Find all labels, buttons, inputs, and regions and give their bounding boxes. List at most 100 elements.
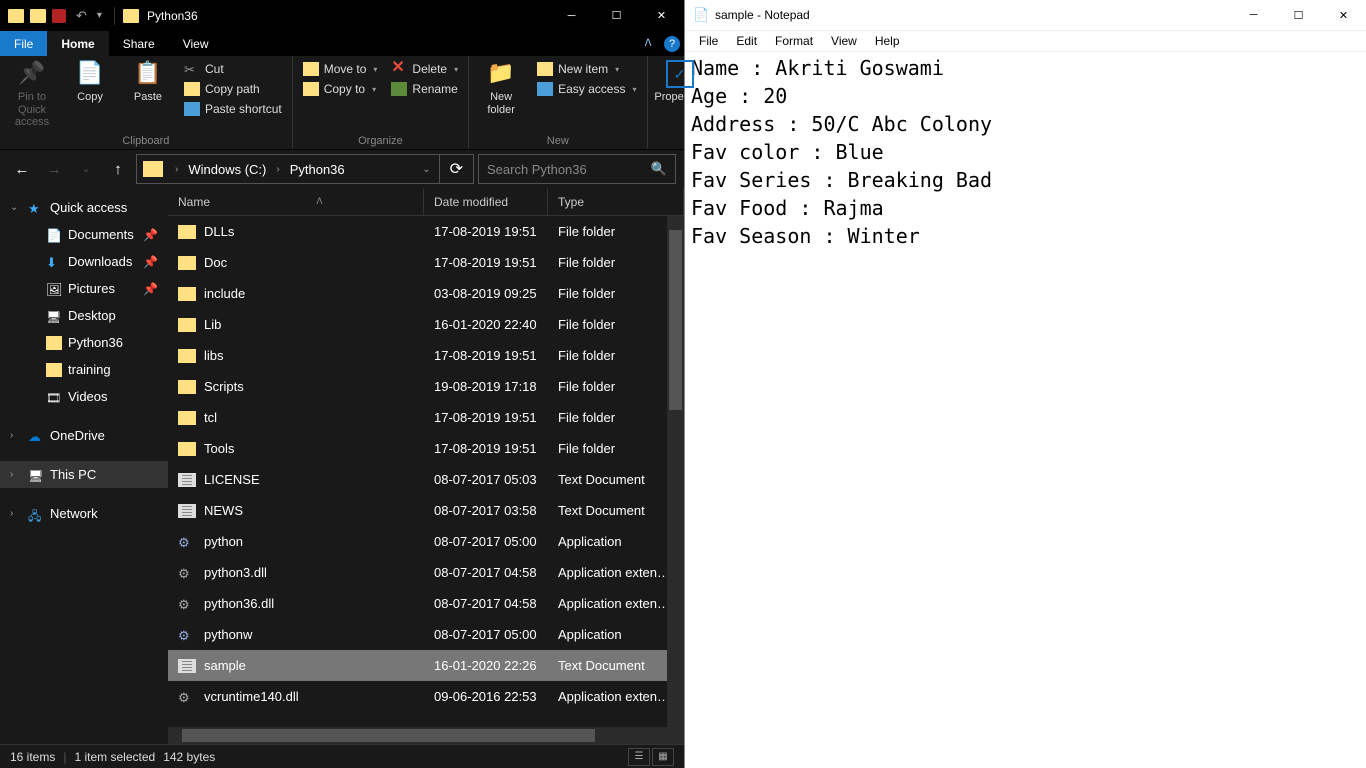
sidebar-item-pictures[interactable]: Pictures📌 <box>0 275 168 302</box>
history-dropdown-icon[interactable]: ⌄ <box>414 164 438 175</box>
cut-icon <box>184 62 200 76</box>
desktop-icon <box>46 309 62 323</box>
nav-back-button[interactable]: ← <box>8 161 36 178</box>
file-row[interactable]: python36.dll08-07-2017 04:58Application … <box>168 588 684 619</box>
refresh-button[interactable]: ⟳ <box>439 155 473 183</box>
nav-up-button[interactable]: ↑ <box>104 161 132 178</box>
menu-edit[interactable]: Edit <box>728 32 765 50</box>
qat-folder-icon[interactable] <box>8 9 24 23</box>
paste-button[interactable]: Paste <box>122 60 174 104</box>
tab-view[interactable]: View <box>169 31 223 56</box>
folder-icon <box>46 363 62 377</box>
view-thumbnails-button[interactable]: ▦ <box>652 748 674 766</box>
new-item-button[interactable]: New item▾ <box>533 60 640 78</box>
vertical-scrollbar[interactable] <box>667 216 684 727</box>
status-item-count: 16 items <box>10 750 55 764</box>
sidebar-item-videos[interactable]: Videos <box>0 383 168 410</box>
column-header-name[interactable]: Nameᐱ <box>168 188 424 215</box>
file-row[interactable]: include03-08-2019 09:25File folder <box>168 278 684 309</box>
file-row[interactable]: vcruntime140.dll09-06-2016 22:53Applicat… <box>168 681 684 712</box>
folder-icon <box>178 442 196 456</box>
move-to-button[interactable]: Move to▾ <box>299 60 382 78</box>
menu-help[interactable]: Help <box>867 32 908 50</box>
sidebar-item-network[interactable]: ›Network <box>0 500 168 527</box>
tab-home[interactable]: Home <box>47 31 108 56</box>
maximize-button[interactable]: ☐ <box>594 0 639 31</box>
new-folder-button[interactable]: New folder <box>475 60 527 116</box>
column-header-type[interactable]: Type <box>548 188 684 215</box>
file-row[interactable]: pythonw08-07-2017 05:00Application <box>168 619 684 650</box>
rename-button[interactable]: Rename <box>387 80 462 98</box>
copy-to-button[interactable]: Copy to▾ <box>299 80 382 98</box>
dll-icon <box>178 566 196 580</box>
minimize-button[interactable]: ─ <box>549 0 594 31</box>
nav-recent-dropdown[interactable]: ⌄ <box>72 164 100 175</box>
file-name: python3.dll <box>204 565 267 580</box>
explorer-titlebar[interactable]: ↶ ▾ Python36 ─ ☐ ✕ <box>0 0 684 31</box>
delete-button[interactable]: Delete▾ <box>387 60 462 78</box>
undo-icon[interactable]: ↶ <box>72 8 91 24</box>
file-row[interactable]: libs17-08-2019 19:51File folder <box>168 340 684 371</box>
qat-folder-icon2[interactable] <box>30 9 46 23</box>
file-date: 08-07-2017 04:58 <box>424 565 548 580</box>
help-button[interactable]: ? <box>660 31 684 56</box>
nav-forward-button[interactable]: → <box>40 161 68 178</box>
notepad-titlebar[interactable]: sample - Notepad ─ ☐ ✕ <box>685 0 1366 31</box>
file-row[interactable]: NEWS08-07-2017 03:58Text Document <box>168 495 684 526</box>
horizontal-scrollbar[interactable] <box>168 727 684 744</box>
maximize-button[interactable]: ☐ <box>1276 0 1321 31</box>
sidebar-item-documents[interactable]: Documents📌 <box>0 221 168 248</box>
file-type: File folder <box>548 379 684 394</box>
qat-cut-icon[interactable] <box>52 9 66 23</box>
minimize-button[interactable]: ─ <box>1231 0 1276 31</box>
file-row[interactable]: Lib16-01-2020 22:40File folder <box>168 309 684 340</box>
notepad-content[interactable]: Name : Akriti Goswami Age : 20 Address :… <box>685 52 1366 768</box>
paste-shortcut-button[interactable]: Paste shortcut <box>180 100 286 118</box>
tab-file[interactable]: File <box>0 31 47 56</box>
collapse-ribbon-icon[interactable]: ᐱ <box>636 31 660 56</box>
ribbon: Pin to Quick access Copy Paste Cut Copy … <box>0 56 684 150</box>
copy-button[interactable]: Copy <box>64 60 116 104</box>
file-row[interactable]: DLLs17-08-2019 19:51File folder <box>168 216 684 247</box>
sidebar-item-quick-access[interactable]: ⌄Quick access <box>0 194 168 221</box>
pin-quick-access-button[interactable]: Pin to Quick access <box>6 60 58 129</box>
breadcrumb-folder[interactable]: Python36 <box>286 162 349 177</box>
file-list[interactable]: DLLs17-08-2019 19:51File folderDoc17-08-… <box>168 216 684 727</box>
close-button[interactable]: ✕ <box>1321 0 1366 31</box>
file-row[interactable]: python3.dll08-07-2017 04:58Application e… <box>168 557 684 588</box>
file-row[interactable]: LICENSE08-07-2017 05:03Text Document <box>168 464 684 495</box>
sidebar-item-downloads[interactable]: Downloads📌 <box>0 248 168 275</box>
file-row[interactable]: Tools17-08-2019 19:51File folder <box>168 433 684 464</box>
breadcrumb[interactable]: › Windows (C:) › Python36 ⌄ ⟳ <box>136 154 474 184</box>
file-row[interactable]: Scripts19-08-2019 17:18File folder <box>168 371 684 402</box>
file-type: Application exten… <box>548 689 684 704</box>
breadcrumb-drive[interactable]: Windows (C:) <box>184 162 270 177</box>
column-header-date[interactable]: Date modified <box>424 188 548 215</box>
menu-file[interactable]: File <box>691 32 726 50</box>
menu-format[interactable]: Format <box>767 32 821 50</box>
group-new-label: New <box>475 134 640 147</box>
close-button[interactable]: ✕ <box>639 0 684 31</box>
sidebar-item-training[interactable]: training <box>0 356 168 383</box>
chevron-right-icon[interactable]: › <box>169 164 184 175</box>
chevron-right-icon[interactable]: › <box>270 164 285 175</box>
sidebar-item-this-pc[interactable]: ›This PC <box>0 461 168 488</box>
menu-view[interactable]: View <box>823 32 865 50</box>
search-input[interactable]: Search Python36 🔍 <box>478 154 676 184</box>
qat-dropdown-icon[interactable]: ▾ <box>97 10 102 21</box>
file-name: python36.dll <box>204 596 274 611</box>
copy-path-button[interactable]: Copy path <box>180 80 286 98</box>
sidebar-item-python36[interactable]: Python36 <box>0 329 168 356</box>
file-row[interactable]: Doc17-08-2019 19:51File folder <box>168 247 684 278</box>
view-details-button[interactable]: ☰ <box>628 748 650 766</box>
tab-share[interactable]: Share <box>109 31 169 56</box>
file-row[interactable]: sample16-01-2020 22:26Text Document <box>168 650 684 681</box>
easy-access-button[interactable]: Easy access▾ <box>533 80 640 98</box>
file-row[interactable]: python08-07-2017 05:00Application <box>168 526 684 557</box>
search-icon[interactable]: 🔍 <box>651 161 667 177</box>
folder-icon <box>178 256 196 270</box>
cut-button[interactable]: Cut <box>180 60 286 78</box>
file-row[interactable]: tcl17-08-2019 19:51File folder <box>168 402 684 433</box>
sidebar-item-onedrive[interactable]: ›OneDrive <box>0 422 168 449</box>
sidebar-item-desktop[interactable]: Desktop <box>0 302 168 329</box>
